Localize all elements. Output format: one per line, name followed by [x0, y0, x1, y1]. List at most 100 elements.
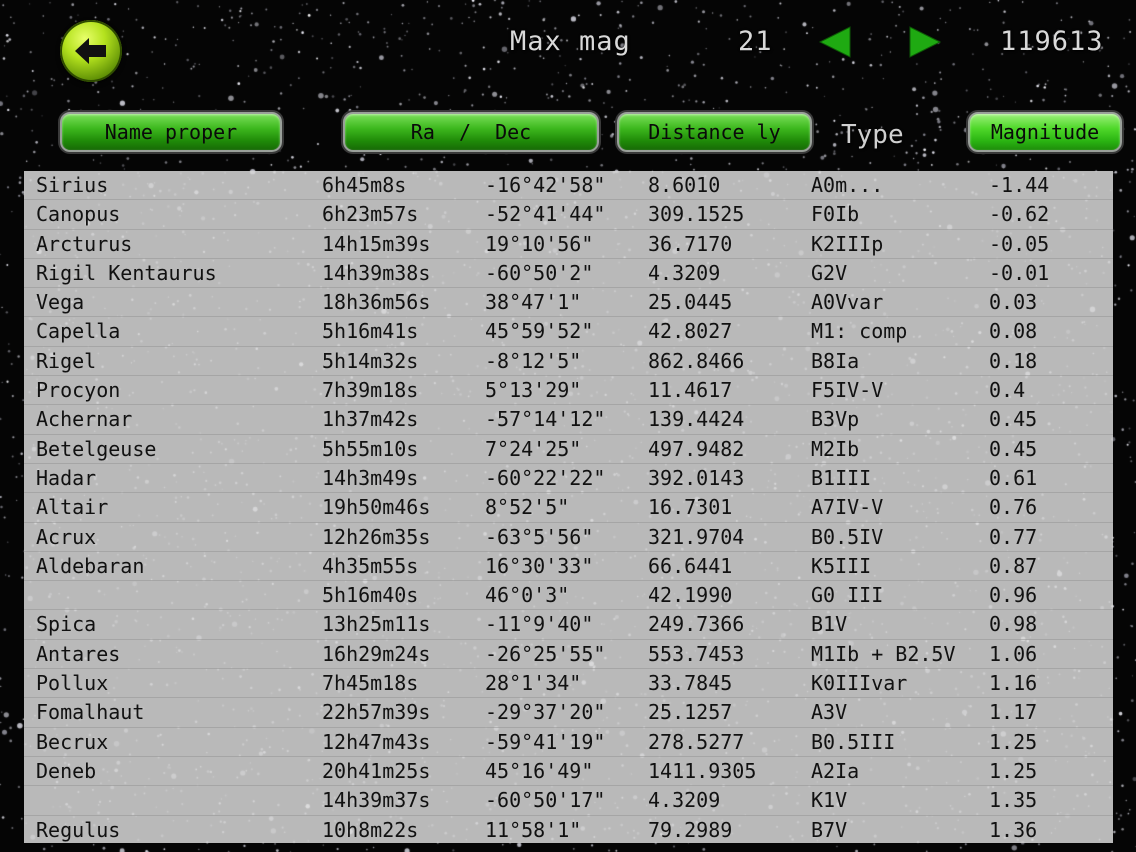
- right-ascension-cell: 5h16m41s: [322, 319, 419, 344]
- spectral-type-cell: M2Ib: [811, 436, 860, 461]
- magnitude-cell: 1.36: [989, 817, 1038, 842]
- star-name-cell: Procyon: [36, 378, 121, 403]
- star-table[interactable]: Sirius 6h45m8s -16°42'58" 8.6010 A0m... -1.44…: [24, 171, 1113, 843]
- spectral-type-cell: B8Ia: [811, 348, 860, 373]
- distance-cell: 42.1990: [648, 583, 733, 608]
- table-row[interactable]: Spica 13h25m11s -11°9'40" 249.7366 B1V 0.98: [24, 610, 1113, 640]
- table-row[interactable]: Pollux 7h45m18s 28°1'34" 33.7845 K0IIIvar 1.1…: [24, 669, 1113, 699]
- spectral-type-cell: B1III: [811, 465, 872, 490]
- spectral-type-cell: G2V: [811, 260, 848, 285]
- distance-cell: 497.9482: [648, 436, 745, 461]
- table-row[interactable]: Capella 5h16m41s 45°59'52" 42.8027 M1: comp 0…: [24, 317, 1113, 347]
- table-row[interactable]: Aldebaran 4h35m55s 16°30'33" 66.6441 K5III 0.…: [24, 552, 1113, 582]
- table-row[interactable]: Deneb 20h41m25s 45°16'49" 1411.9305 A2Ia 1.25: [24, 757, 1113, 787]
- magnitude-cell: -1.44: [989, 173, 1050, 197]
- right-ascension-cell: 18h36m56s: [322, 290, 431, 315]
- table-row[interactable]: Rigil Kentaurus 14h39m38s -60°50'2" 4.3209 G…: [24, 259, 1113, 289]
- magnitude-cell: 0.45: [989, 407, 1038, 432]
- distance-cell: 392.0143: [648, 465, 745, 490]
- magnitude-cell: 0.87: [989, 553, 1038, 578]
- table-row[interactable]: Sirius 6h45m8s -16°42'58" 8.6010 A0m... -1.44: [24, 171, 1113, 201]
- magnitude-cell: 1.06: [989, 641, 1038, 666]
- sort-magnitude-button[interactable]: Magnitude: [968, 112, 1122, 152]
- table-row[interactable]: 14h39m37s -60°50'17" 4.3209 K1V 1.35: [24, 786, 1113, 816]
- spectral-type-cell: B3Vp: [811, 407, 860, 432]
- distance-cell: 79.2989: [648, 817, 733, 842]
- right-ascension-cell: 14h15m39s: [322, 231, 431, 256]
- declination-cell: -60°50'2": [485, 260, 594, 285]
- star-name-cell: Canopus: [36, 202, 121, 227]
- star-name-cell: Vega: [36, 290, 85, 315]
- spectral-type-cell: B7V: [811, 817, 848, 842]
- table-row[interactable]: Acrux 12h26m35s -63°5'56" 321.9704 B0.5IV 0.7…: [24, 523, 1113, 552]
- table-row[interactable]: Betelgeuse 5h55m10s 7°24'25" 497.9482 M2Ib 0.…: [24, 435, 1113, 464]
- table-row[interactable]: Hadar 14h3m49s -60°22'22" 392.0143 B1III 0.61: [24, 464, 1113, 494]
- declination-cell: 5°13'29": [485, 378, 582, 403]
- star-name-cell: Becrux: [36, 729, 109, 754]
- right-ascension-cell: 10h8m22s: [322, 817, 419, 842]
- spectral-type-cell: A0Vvar: [811, 290, 884, 315]
- right-ascension-cell: 4h35m55s: [322, 553, 419, 578]
- sort-radec-button[interactable]: Ra / Dec: [343, 112, 599, 152]
- table-row[interactable]: Antares 16h29m24s -26°25'55" 553.7453 M1Ib +…: [24, 640, 1113, 670]
- sort-distance-button[interactable]: Distance ly: [617, 112, 812, 152]
- table-row[interactable]: 5h16m40s 46°0'3" 42.1990 G0 III 0.96: [24, 581, 1113, 611]
- star-name-cell: Sirius: [36, 173, 109, 197]
- spectral-type-cell: M1Ib + B2.5V: [811, 641, 956, 666]
- declination-cell: -59°41'19": [485, 729, 606, 754]
- table-row[interactable]: Vega 18h36m56s 38°47'1" 25.0445 A0Vvar 0.03: [24, 288, 1113, 318]
- right-ascension-cell: 7h45m18s: [322, 671, 419, 696]
- spectral-type-cell: F5IV-V: [811, 378, 884, 403]
- table-row[interactable]: Procyon 7h39m18s 5°13'29" 11.4617 F5IV-V 0.4: [24, 376, 1113, 406]
- star-name-cell: Regulus: [36, 817, 121, 842]
- back-button[interactable]: [60, 20, 122, 82]
- right-ascension-cell: 5h55m10s: [322, 436, 419, 461]
- star-name-cell: Hadar: [36, 465, 97, 490]
- magnitude-cell: 1.25: [989, 729, 1038, 754]
- table-row[interactable]: Becrux 12h47m43s -59°41'19" 278.5277 B0.5III…: [24, 728, 1113, 757]
- right-ascension-cell: 12h47m43s: [322, 729, 431, 754]
- spectral-type-cell: M1: comp: [811, 319, 908, 344]
- right-ascension-cell: 16h29m24s: [322, 641, 431, 666]
- table-row[interactable]: Achernar 1h37m42s -57°14'12" 139.4424 B3Vp 0.…: [24, 405, 1113, 435]
- right-ascension-cell: 13h25m11s: [322, 612, 431, 637]
- right-ascension-cell: 6h23m57s: [322, 202, 419, 227]
- star-name-cell: Aldebaran: [36, 553, 145, 578]
- distance-cell: 66.6441: [648, 553, 733, 578]
- declination-cell: 8°52'5": [485, 495, 570, 520]
- right-ascension-cell: 22h57m39s: [322, 700, 431, 725]
- table-row[interactable]: Regulus 10h8m22s 11°58'1" 79.2989 B7V 1.36: [24, 816, 1113, 843]
- table-row[interactable]: Altair 19h50m46s 8°52'5" 16.7301 A7IV-V 0.76: [24, 493, 1113, 523]
- magnitude-cell: -0.01: [989, 260, 1050, 285]
- magnitude-cell: 0.77: [989, 524, 1038, 549]
- star-name-cell: Fomalhaut: [36, 700, 145, 725]
- star-name-cell: Acrux: [36, 524, 97, 549]
- distance-cell: 25.0445: [648, 290, 733, 315]
- spectral-type-cell: G0 III: [811, 583, 884, 608]
- magnitude-cell: 1.17: [989, 700, 1038, 725]
- distance-cell: 33.7845: [648, 671, 733, 696]
- table-row[interactable]: Rigel 5h14m32s -8°12'5" 862.8466 B8Ia 0.18: [24, 347, 1113, 377]
- right-ascension-cell: 1h37m42s: [322, 407, 419, 432]
- star-name-cell: Betelgeuse: [36, 436, 157, 461]
- sort-name-button[interactable]: Name proper: [60, 112, 282, 152]
- right-ascension-cell: 5h14m32s: [322, 348, 419, 373]
- star-name-cell: Achernar: [36, 407, 133, 432]
- star-name-cell: Deneb: [36, 758, 97, 783]
- distance-cell: 1411.9305: [648, 758, 757, 783]
- magnitude-cell: 0.61: [989, 465, 1038, 490]
- magnitude-cell: 0.18: [989, 348, 1038, 373]
- table-row[interactable]: Fomalhaut 22h57m39s -29°37'20" 25.1257 A3V 1.…: [24, 698, 1113, 728]
- table-row[interactable]: Arcturus 14h15m39s 19°10'56" 36.7170 K2IIIp -…: [24, 230, 1113, 259]
- table-row[interactable]: Canopus 6h23m57s -52°41'44" 309.1525 F0Ib -0.…: [24, 200, 1113, 230]
- declination-cell: -60°22'22": [485, 465, 606, 490]
- decrease-mag-button[interactable]: [818, 25, 852, 59]
- distance-cell: 4.3209: [648, 260, 721, 285]
- spectral-type-cell: A7IV-V: [811, 495, 884, 520]
- max-mag-label: Max mag: [510, 26, 631, 57]
- distance-cell: 321.9704: [648, 524, 745, 549]
- declination-cell: 45°59'52": [485, 319, 594, 344]
- increase-mag-button[interactable]: [908, 25, 942, 59]
- left-triangle-icon: [818, 26, 851, 58]
- spectral-type-cell: K2IIIp: [811, 231, 884, 256]
